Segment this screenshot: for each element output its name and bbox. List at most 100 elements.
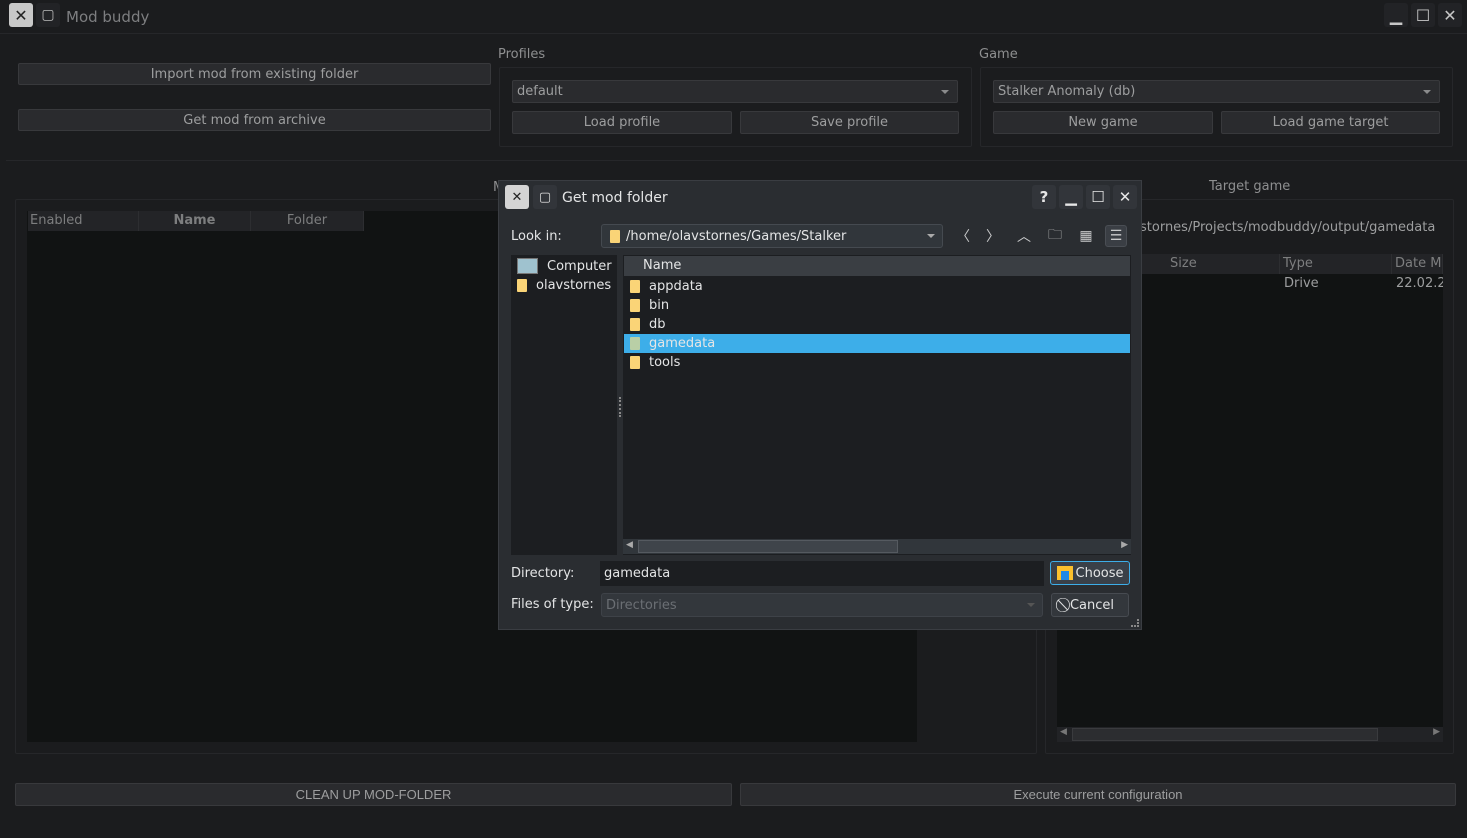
dialog-titlebar: ✕ ▢ Get mod folder ? ▁ ☐ ✕ xyxy=(499,181,1141,213)
close-button[interactable]: ✕ xyxy=(1438,3,1462,27)
column-enabled[interactable]: Enabled xyxy=(28,211,139,231)
resize-grip[interactable] xyxy=(1131,619,1139,627)
folder-icon xyxy=(630,280,640,293)
directory-input[interactable] xyxy=(600,561,1044,586)
file-item-gamedata[interactable]: gamedata xyxy=(624,334,1130,353)
files-of-type-select: Directories xyxy=(601,593,1043,617)
target-game-label: Target game xyxy=(1209,179,1291,194)
scrollbar-thumb[interactable] xyxy=(1072,728,1378,741)
dialog-minimize-button[interactable]: ▁ xyxy=(1059,185,1083,209)
column-size[interactable]: Size xyxy=(1142,254,1280,274)
file-name: gamedata xyxy=(649,336,716,351)
cleanup-mod-folder-button[interactable]: CLEAN UP MOD-FOLDER xyxy=(15,783,732,806)
dialog-close-button[interactable]: ✕ xyxy=(1113,185,1137,209)
folder-icon xyxy=(630,299,640,312)
target-horizontal-scrollbar[interactable]: ◀ ▶ xyxy=(1057,727,1443,742)
new-folder-icon: 🗀 xyxy=(1048,227,1062,243)
dialog-title: Get mod folder xyxy=(562,190,668,206)
parent-directory-button[interactable]: ︿ xyxy=(1013,225,1035,247)
look-in-label: Look in: xyxy=(511,229,562,244)
detail-view-button[interactable]: ☰ xyxy=(1105,225,1127,247)
game-select[interactable]: Stalker Anomaly (db) xyxy=(993,80,1440,103)
folder-icon xyxy=(610,229,620,243)
folder-icon xyxy=(630,337,640,350)
column-folder[interactable]: Folder xyxy=(251,211,364,231)
computer-icon xyxy=(517,258,538,274)
forward-button[interactable]: 〉 xyxy=(982,225,1004,247)
scrollbar-thumb[interactable] xyxy=(638,540,898,553)
close-icon: ✕ xyxy=(1443,5,1457,25)
help-icon: ? xyxy=(1039,188,1049,206)
scroll-right-icon[interactable]: ▶ xyxy=(1121,540,1128,550)
folder-icon xyxy=(517,279,527,292)
scroll-left-icon[interactable]: ◀ xyxy=(1060,727,1067,737)
file-list-horizontal-scrollbar[interactable]: ◀ ▶ xyxy=(623,539,1131,554)
get-mod-folder-dialog: ✕ ▢ Get mod folder ? ▁ ☐ ✕ Look in: /hom… xyxy=(498,180,1142,630)
column-type[interactable]: Type xyxy=(1280,254,1392,274)
column-name[interactable]: Name xyxy=(624,256,1130,276)
minimize-button[interactable]: ▁ xyxy=(1384,3,1408,27)
load-game-target-button[interactable]: Load game target xyxy=(1221,111,1440,134)
help-button[interactable]: ? xyxy=(1032,185,1056,209)
file-name: appdata xyxy=(649,279,703,294)
back-button[interactable]: 〈 xyxy=(952,225,974,247)
back-icon: 〈 xyxy=(956,229,970,245)
places-sidebar: Computer olavstornes xyxy=(511,255,617,555)
import-mod-folder-button[interactable]: Import mod from existing folder xyxy=(18,63,491,85)
profiles-group xyxy=(499,67,972,147)
chevron-down-icon xyxy=(941,90,949,94)
file-item-appdata[interactable]: appdata xyxy=(624,277,1130,296)
choose-button[interactable]: Choose xyxy=(1050,561,1130,585)
profiles-label: Profiles xyxy=(498,47,546,62)
cancel-button[interactable]: ⃠ Cancel xyxy=(1051,593,1129,617)
folder-icon xyxy=(630,356,640,369)
new-folder-button[interactable]: 🗀 xyxy=(1044,225,1066,247)
maximize-icon: ☐ xyxy=(1091,188,1105,206)
file-name: db xyxy=(649,317,666,332)
list-view-button[interactable]: ▦ xyxy=(1075,225,1097,247)
file-item-bin[interactable]: bin xyxy=(624,296,1130,315)
column-date[interactable]: Date Mo xyxy=(1392,254,1443,274)
app-icon[interactable]: ✕ xyxy=(9,3,33,27)
file-name: bin xyxy=(649,298,670,313)
scroll-right-icon[interactable]: ▶ xyxy=(1433,727,1440,737)
scroll-left-icon[interactable]: ◀ xyxy=(626,540,633,550)
load-profile-button[interactable]: Load profile xyxy=(512,111,732,134)
chevron-down-icon xyxy=(927,234,935,238)
column-name[interactable]: Name xyxy=(139,211,251,231)
maximize-button[interactable]: ☐ xyxy=(1411,3,1435,27)
window-title: Mod buddy xyxy=(66,8,150,26)
look-in-combo[interactable]: /home/olavstornes/Games/Stalker xyxy=(601,224,943,248)
forward-icon: 〉 xyxy=(986,229,1000,245)
folder-icon xyxy=(630,318,640,331)
sidebar-item-home[interactable]: olavstornes xyxy=(517,278,611,293)
splitter-handle[interactable] xyxy=(619,397,622,417)
maximize-icon: ☐ xyxy=(1415,5,1431,25)
execute-configuration-button[interactable]: Execute current configuration xyxy=(740,783,1456,806)
game-group xyxy=(980,67,1453,147)
keep-above-icon[interactable]: ▢ xyxy=(36,3,60,27)
keep-above-icon[interactable]: ▢ xyxy=(533,185,557,209)
file-item-tools[interactable]: tools xyxy=(624,353,1130,372)
folder-open-icon xyxy=(1056,566,1073,580)
close-icon: ✕ xyxy=(1118,188,1132,206)
game-selected: Stalker Anomaly (db) xyxy=(998,84,1136,99)
files-of-type-label: Files of type: xyxy=(511,597,594,612)
row-type: Drive xyxy=(1284,276,1319,291)
chevron-down-icon xyxy=(1423,90,1431,94)
dialog-maximize-button[interactable]: ☐ xyxy=(1086,185,1110,209)
file-name: tools xyxy=(649,355,681,370)
app-icon[interactable]: ✕ xyxy=(505,185,529,209)
minimize-icon: ▁ xyxy=(1389,5,1403,25)
profile-selected: default xyxy=(517,84,563,99)
save-profile-button[interactable]: Save profile xyxy=(740,111,959,134)
divider xyxy=(6,160,1467,161)
game-label: Game xyxy=(979,47,1018,62)
sidebar-item-computer[interactable]: Computer xyxy=(517,258,612,274)
new-game-button[interactable]: New game xyxy=(993,111,1213,134)
profile-select[interactable]: default xyxy=(512,80,958,103)
file-item-db[interactable]: db xyxy=(624,315,1130,334)
minimize-icon: ▁ xyxy=(1065,188,1077,206)
directory-label: Directory: xyxy=(511,566,575,581)
get-mod-archive-button[interactable]: Get mod from archive xyxy=(18,109,491,131)
